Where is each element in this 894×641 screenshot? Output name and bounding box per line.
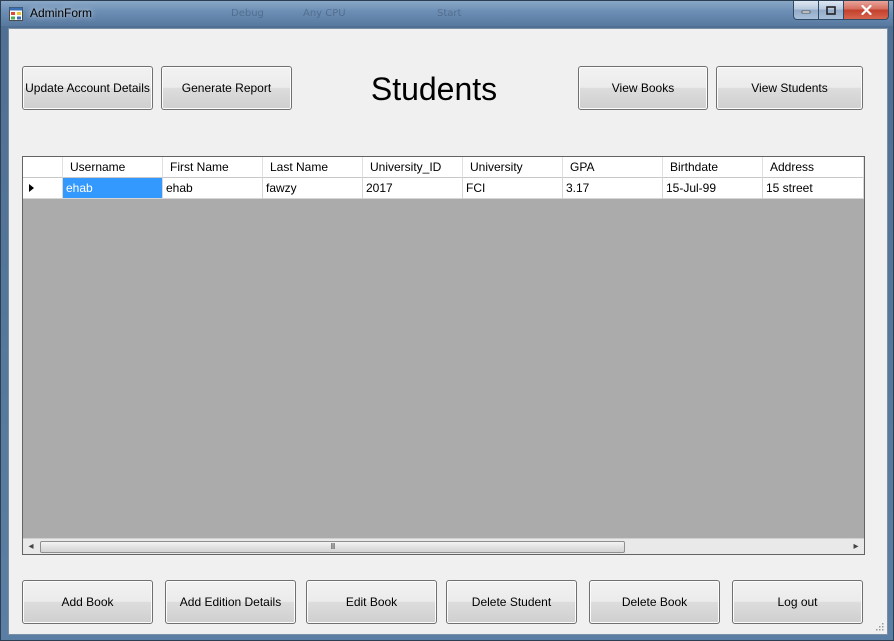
background-ghost-text: Start [437,8,462,19]
cell-birthdate[interactable]: 15-Jul-99 [663,178,763,199]
column-header-university-id[interactable]: University_ID [363,157,463,178]
admin-form-window: AdminForm Debug Any CPU Start Update Acc… [0,0,894,641]
column-header-university[interactable]: University [463,157,563,178]
cell-university-id[interactable]: 2017 [363,178,463,199]
resize-grip-icon[interactable] [874,621,884,631]
log-out-button[interactable]: Log out [732,580,863,624]
scrollbar-thumb[interactable]: III [40,541,625,553]
scroll-right-button[interactable]: ▸ [848,539,864,554]
row-header[interactable] [23,178,63,199]
row-header-corner[interactable] [23,157,63,178]
form-client-area: Update Account Details Generate Report S… [8,28,888,635]
students-data-grid[interactable]: Username First Name Last Name University… [22,156,865,555]
background-ghost-text: Debug [231,8,264,19]
title-bar[interactable]: AdminForm Debug Any CPU Start [1,1,893,26]
table-row[interactable]: ehab ehab fawzy 2017 FCI 3.17 15-Jul-99 … [23,178,864,199]
update-account-details-button[interactable]: Update Account Details [22,66,153,110]
minimize-icon [801,10,811,14]
cell-username[interactable]: ehab [63,178,163,199]
scrollbar-grip-icon: III [330,542,336,551]
maximize-icon [826,5,836,15]
caption-buttons [793,1,889,20]
cell-gpa[interactable]: 3.17 [563,178,663,199]
current-row-arrow-icon [29,184,34,192]
column-header-last-name[interactable]: Last Name [263,157,363,178]
cell-first-name[interactable]: ehab [163,178,263,199]
cell-address[interactable]: 15 street [763,178,864,199]
scroll-left-arrow-icon: ◂ [28,541,34,552]
app-form-icon [9,7,23,21]
scroll-left-button[interactable]: ◂ [23,539,39,554]
page-title: Students [370,71,498,107]
minimize-button[interactable] [793,1,819,20]
view-books-button[interactable]: View Books [578,66,708,110]
column-header-first-name[interactable]: First Name [163,157,263,178]
column-header-birthdate[interactable]: Birthdate [663,157,763,178]
view-students-button[interactable]: View Students [716,66,863,110]
horizontal-scrollbar[interactable]: ◂ III ▸ [23,538,864,554]
delete-student-button[interactable]: Delete Student [446,580,577,624]
window-title: AdminForm [30,6,93,20]
close-button[interactable] [844,1,889,20]
add-edition-details-button[interactable]: Add Edition Details [165,580,296,624]
column-header-address[interactable]: Address [763,157,864,178]
generate-report-button[interactable]: Generate Report [161,66,292,110]
background-ghost-text: Any CPU [303,8,346,19]
column-header-username[interactable]: Username [63,157,163,178]
add-book-button[interactable]: Add Book [22,580,153,624]
delete-book-button[interactable]: Delete Book [589,580,720,624]
maximize-button[interactable] [819,1,844,20]
edit-book-button[interactable]: Edit Book [306,580,437,624]
grid-header-row: Username First Name Last Name University… [23,157,864,178]
cell-university[interactable]: FCI [463,178,563,199]
column-header-gpa[interactable]: GPA [563,157,663,178]
scroll-right-arrow-icon: ▸ [853,541,859,552]
close-icon [860,5,872,15]
cell-last-name[interactable]: fawzy [263,178,363,199]
